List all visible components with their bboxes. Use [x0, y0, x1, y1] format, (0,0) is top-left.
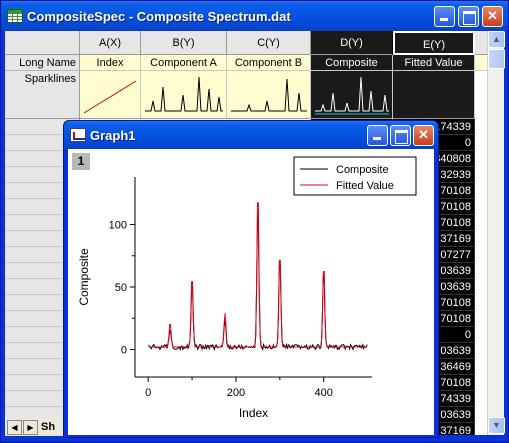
column-header-c[interactable]: C(Y) [227, 31, 311, 55]
minimize-button[interactable] [434, 6, 455, 27]
long-name-c[interactable]: Component B [227, 55, 311, 71]
grid-corner[interactable] [5, 31, 80, 55]
x-axis-label: Index [239, 406, 268, 420]
column-header-e[interactable]: E(Y) [392, 31, 476, 56]
graph-titlebar[interactable]: Graph1 ✕ [64, 121, 438, 149]
graph-minimize-button[interactable] [367, 125, 388, 146]
x-tick-label: 400 [315, 387, 333, 399]
tab-scroll-right-button[interactable]: ▶ [23, 420, 38, 435]
legend-label: Fitted Value [336, 180, 394, 192]
sparkline-c-plot [231, 78, 307, 112]
column-header-d[interactable]: D(Y) [311, 31, 393, 55]
plot-area[interactable] [148, 202, 368, 352]
sheet-tab[interactable]: Sh [41, 421, 55, 433]
legend-label: Composite [336, 164, 389, 176]
y-tick-label: 100 [109, 220, 127, 232]
series-composite-line [148, 212, 368, 352]
axes: 0 200 400 0 50 100 Index Composite [77, 177, 372, 420]
sparkline-c[interactable] [227, 71, 311, 119]
tab-scroll-left-button[interactable]: ◀ [7, 420, 22, 435]
sparkline-d[interactable] [311, 71, 393, 119]
row-label-long-name[interactable]: Long Name [5, 55, 80, 71]
long-name-blank[interactable] [475, 55, 487, 71]
long-name-b[interactable]: Component A [141, 55, 227, 71]
sparkline-d-plot [315, 76, 389, 115]
sparkline-a[interactable] [80, 71, 141, 119]
sparkline-b-plot [145, 76, 223, 112]
vertical-scrollbar[interactable]: ▲ ▼ [487, 31, 505, 435]
column-header-blank[interactable] [475, 31, 487, 55]
sparkline-e[interactable] [393, 71, 475, 119]
column-header-a[interactable]: A(X) [80, 31, 141, 55]
scroll-thumb[interactable] [488, 49, 505, 69]
long-name-e[interactable]: Fitted Value [393, 55, 475, 71]
sheet-tab-bar: ◀ ▶ Sh [5, 419, 65, 436]
y-tick-label: 50 [115, 282, 127, 294]
workbook-titlebar[interactable]: CompositeSpec - Composite Spectrum.dat ✕ [1, 1, 508, 31]
sparkline-b[interactable] [141, 71, 227, 119]
column-header-b[interactable]: B(Y) [141, 31, 227, 55]
graph-maximize-button[interactable] [390, 125, 411, 146]
graph-title: Graph1 [90, 128, 136, 143]
legend[interactable]: Composite Fitted Value [293, 156, 417, 196]
maximize-button[interactable] [458, 6, 479, 27]
workbook-title: CompositeSpec - Composite Spectrum.dat [27, 9, 291, 24]
spectrum-chart[interactable]: 0 200 400 0 50 100 Index Composite Composite Fit… [68, 149, 434, 435]
y-tick-label: 0 [121, 345, 127, 357]
sparkline-a-plot [83, 80, 137, 114]
scroll-up-button[interactable]: ▲ [488, 31, 505, 48]
graph-page[interactable]: 1 0 200 400 0 50 100 Index Composite Composite F… [68, 149, 434, 435]
row-label-sparklines[interactable]: Sparklines [5, 71, 80, 119]
graph-window-icon [70, 128, 86, 142]
scroll-down-button[interactable]: ▼ [488, 417, 505, 434]
y-axis-label: Composite [77, 248, 91, 306]
close-button[interactable]: ✕ [482, 6, 503, 27]
x-tick-label: 200 [227, 387, 245, 399]
graph-close-button[interactable]: ✕ [413, 125, 434, 146]
long-name-a[interactable]: Index [80, 55, 141, 71]
worksheet-icon [7, 9, 23, 23]
x-tick-label: 0 [145, 387, 151, 399]
long-name-d[interactable]: Composite [311, 55, 393, 71]
graph-window: Graph1 ✕ 1 0 200 400 0 50 100 Index Composite C… [63, 120, 439, 438]
